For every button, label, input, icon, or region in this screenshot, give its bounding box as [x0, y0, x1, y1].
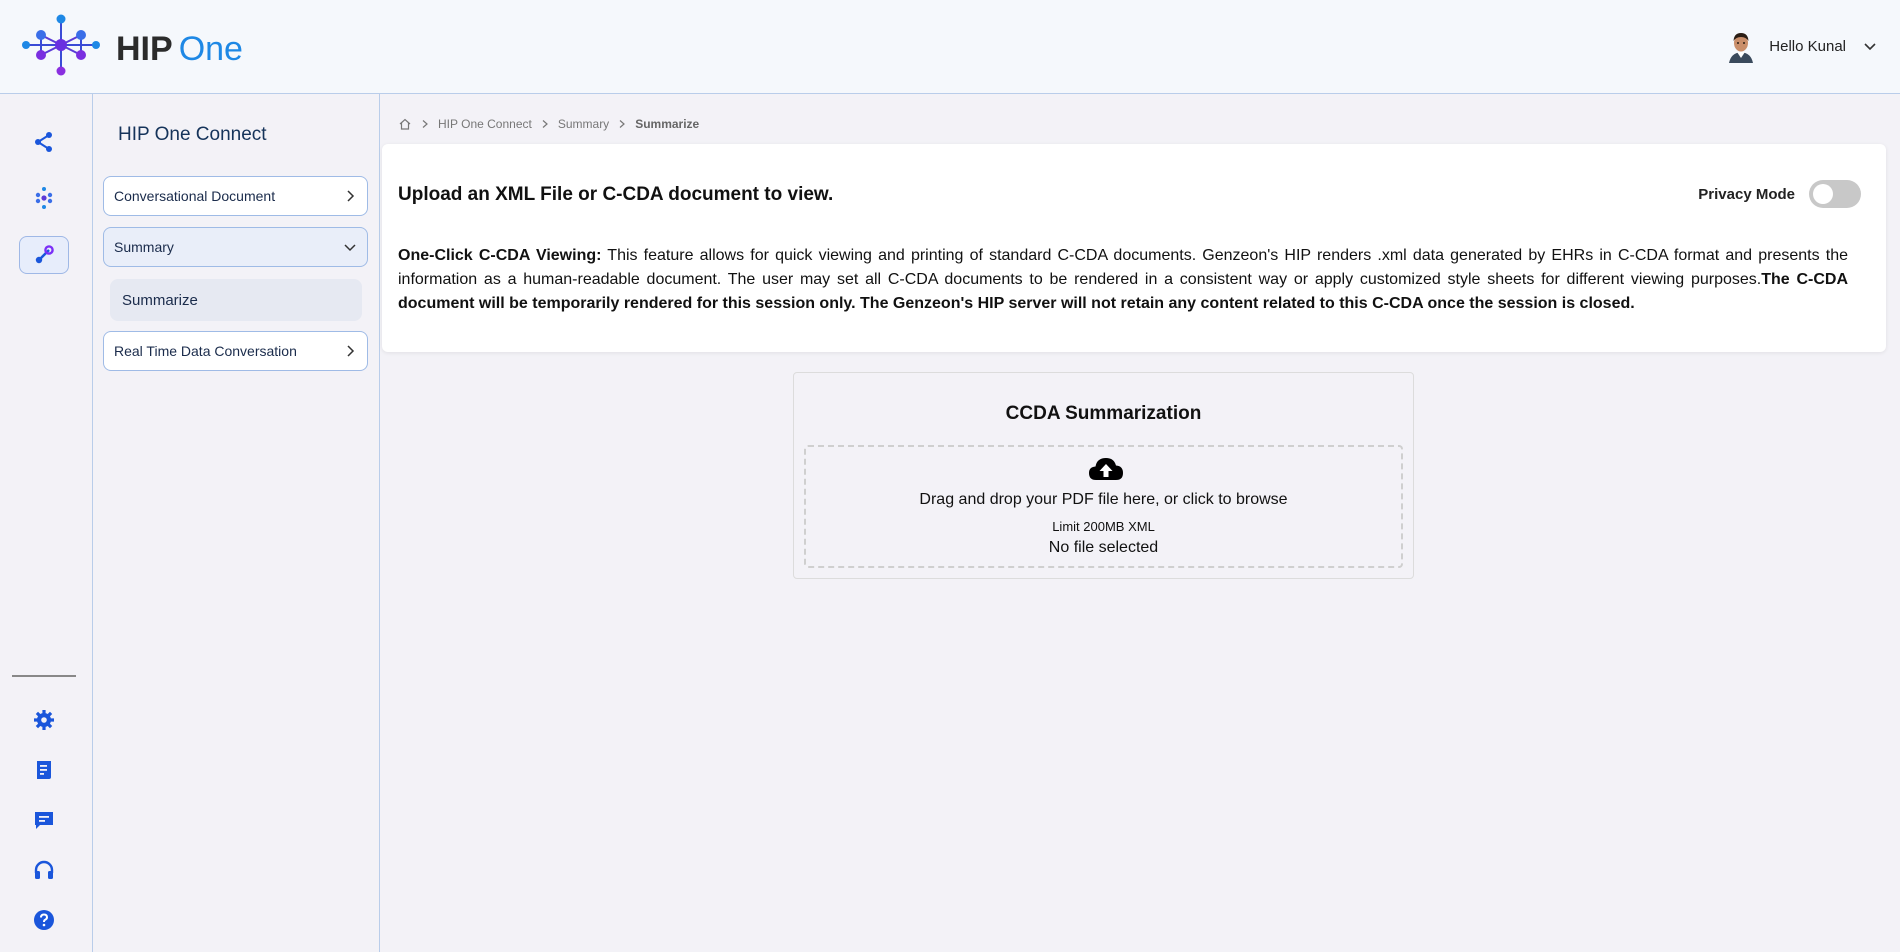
integration-icon[interactable] [19, 236, 69, 274]
user-greeting[interactable]: Hello Kunal [1769, 38, 1846, 55]
brand-name: HIP One [116, 29, 243, 69]
info-card: Upload an XML File or C-CDA document to … [382, 144, 1886, 352]
page-title: Upload an XML File or C-CDA document to … [398, 184, 834, 205]
top-header: HIP One Hello Kunal [0, 0, 1900, 94]
nav-item-label: Real Time Data Conversation [114, 343, 297, 359]
secondary-nav: HIP One Connect Conversational Document … [93, 94, 380, 952]
hip-logo-icon[interactable] [22, 14, 102, 76]
nav-item-conversational-document[interactable]: Conversational Document [103, 176, 368, 216]
nav-subitem-summarize[interactable]: Summarize [110, 279, 362, 321]
rail-divider [12, 675, 76, 677]
help-icon[interactable] [28, 904, 60, 936]
nav-item-real-time-data-conversation[interactable]: Real Time Data Conversation [103, 331, 368, 371]
chevron-right-icon [347, 345, 355, 357]
breadcrumb: HIP One Connect Summary Summarize [398, 116, 699, 132]
home-icon[interactable] [398, 117, 412, 131]
breadcrumb-item[interactable]: Summary [558, 117, 609, 131]
chat-icon[interactable] [28, 804, 60, 836]
description-lead: One-Click C-CDA Viewing: [398, 247, 602, 264]
nav-item-summary[interactable]: Summary [103, 227, 368, 267]
chevron-right-icon [422, 120, 428, 128]
nav-item-label: Conversational Document [114, 188, 276, 204]
privacy-mode-toggle[interactable] [1809, 180, 1861, 208]
breadcrumb-current: Summarize [635, 117, 700, 131]
nav-item-label: Summary [114, 239, 174, 255]
chevron-down-icon [344, 244, 356, 252]
file-dropzone[interactable]: Drag and drop your PDF file here, or cli… [804, 445, 1403, 568]
user-menu[interactable]: Hello Kunal [1725, 28, 1878, 64]
connect-icon[interactable] [28, 126, 60, 158]
chevron-right-icon [347, 190, 355, 202]
file-limit: Limit 200MB XML [1052, 519, 1155, 534]
avatar[interactable] [1725, 29, 1758, 63]
chevron-right-icon [619, 120, 626, 128]
description-body: This feature allows for quick viewing an… [398, 247, 1848, 288]
chevron-down-icon[interactable] [1862, 38, 1878, 54]
document-icon[interactable] [28, 754, 60, 786]
drop-instructions: Drag and drop your PDF file here, or cli… [919, 491, 1288, 508]
support-icon[interactable] [28, 854, 60, 886]
brand-bold: HIP [116, 30, 173, 68]
subnav-title: HIP One Connect [118, 124, 267, 145]
settings-icon[interactable] [28, 704, 60, 736]
privacy-mode: Privacy Mode [1698, 180, 1861, 208]
feature-description: One-Click C-CDA Viewing: This feature al… [398, 244, 1848, 316]
file-status: No file selected [1048, 539, 1159, 556]
cloud-upload-icon[interactable] [1087, 453, 1125, 485]
upload-title: CCDA Summarization [1005, 403, 1202, 424]
brand-light: One [178, 30, 243, 68]
icon-rail [0, 94, 93, 952]
breadcrumb-item[interactable]: HIP One Connect [438, 117, 532, 131]
toggle-knob [1813, 184, 1833, 204]
privacy-mode-label: Privacy Mode [1698, 185, 1795, 203]
chevron-right-icon [542, 120, 548, 128]
upload-panel: CCDA Summarization Drag and drop your PD… [793, 372, 1414, 579]
network-icon[interactable] [28, 182, 60, 214]
